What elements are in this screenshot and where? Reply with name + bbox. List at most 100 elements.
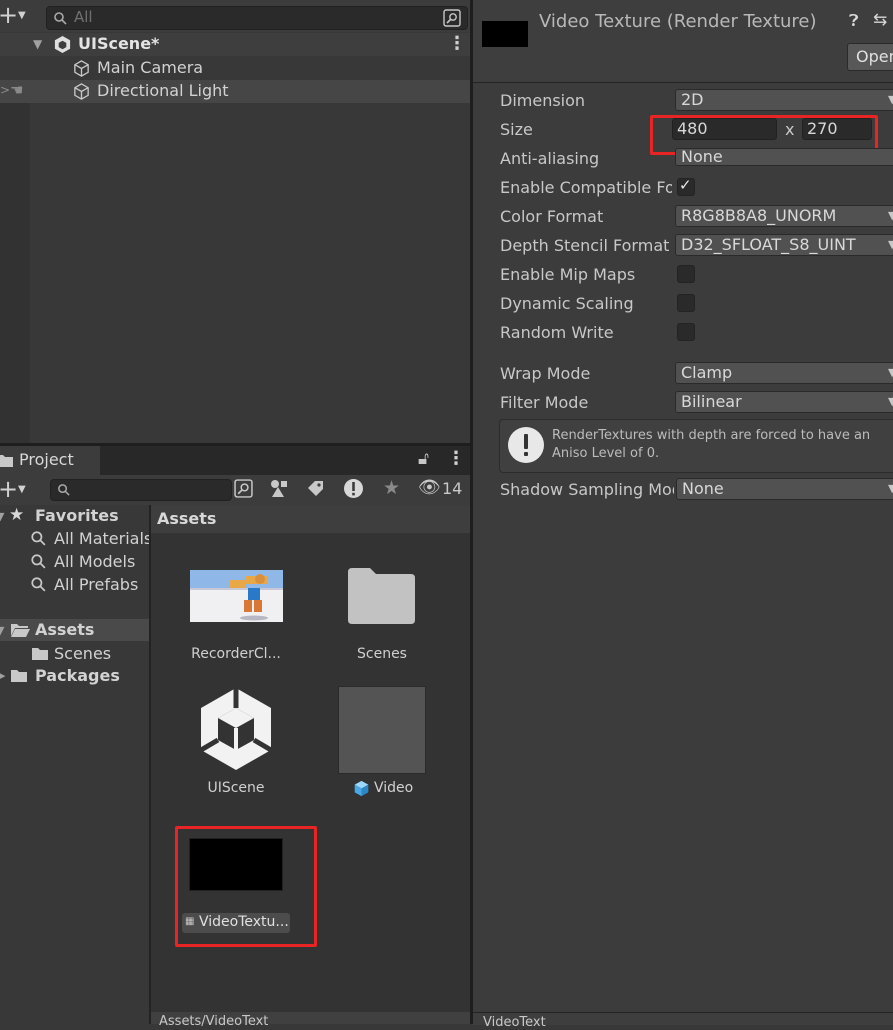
inspector-header: Video Texture (Render Texture) ❓︎ ⇆ Open [473,0,893,83]
lock-icon[interactable]: 🔓︎ [418,449,429,469]
chevron-down-icon: ▼ [18,484,26,495]
dynamic-scaling-label: Dynamic Scaling [500,294,634,313]
asset-item-label: RecorderCl... [191,646,281,662]
mip-maps-checkbox[interactable] [677,265,695,283]
gameobject-cube-icon [74,83,89,100]
search-icon [31,531,46,546]
filter-mode-value: Bilinear [681,392,742,411]
recorder-clip-thumbnail [190,570,283,622]
open-button[interactable]: Open [847,43,893,71]
favorite-item-label: All Models [54,552,136,571]
foldout-arrow-icon[interactable]: ▶ [0,669,5,682]
folder-icon [0,455,13,467]
filter-mode-dropdown[interactable]: Bilinear ▼ [675,391,893,413]
unity-scene-icon [199,688,273,770]
asset-item-label: UIScene [207,780,265,796]
wrap-mode-value: Clamp [681,363,733,382]
foldout-arrow-icon[interactable]: ▼ [0,624,4,637]
presets-icon[interactable]: ⇆ [873,10,887,30]
hidden-packages-toggle[interactable]: 👁︎ 14 [418,477,466,501]
inspector-preview-label: VideoText [483,1015,546,1030]
search-icon [31,577,46,592]
scene-row[interactable]: ▼ UIScene* ⋮ [0,33,470,56]
asset-item[interactable]: Scenes [317,560,447,670]
size-label: Size [500,120,533,139]
foldout-arrow-icon[interactable]: ▼ [33,37,42,51]
hierarchy-item[interactable]: > ☚ Directional Light [0,80,470,103]
anti-aliasing-label: Anti-aliasing [500,149,600,168]
anti-aliasing-value: None [681,147,723,166]
tree-item-scenes-label: Scenes [54,644,112,663]
inspector-title: Video Texture (Render Texture) [539,11,817,32]
tree-item-assets-label: Assets [35,620,95,639]
filter-by-log-icon[interactable] [343,478,364,499]
tab-project-label: Project [19,450,74,469]
hierarchy-item-label: Main Camera [97,58,204,77]
info-exclamation-icon [508,427,544,463]
filter-by-type-icon[interactable] [269,479,289,498]
asset-item[interactable]: Video [317,684,447,804]
tree-item-packages[interactable]: ▶ Packages [0,665,149,687]
project-create-button[interactable]: + ▼ [0,475,34,503]
mip-maps-label: Enable Mip Maps [500,265,636,284]
asset-item[interactable]: UIScene [171,684,301,804]
asset-grid-breadcrumb: Assets [151,505,470,533]
search-icon [31,554,46,569]
chevron-down-icon: ▼ [18,10,26,21]
dimension-label: Dimension [500,91,586,110]
wrap-mode-dropdown[interactable]: Clamp ▼ [675,362,893,384]
checkmark-icon: ✓ [679,176,692,194]
shadow-sampling-dropdown[interactable]: None ▼ [676,478,893,500]
favorite-item[interactable]: All Materials [30,528,149,550]
tree-item-scenes[interactable]: Scenes [0,643,149,665]
hierarchy-search-input[interactable]: All [46,6,468,30]
star-icon: ★ [9,505,25,525]
hierarchy-gutter [0,103,30,445]
anti-aliasing-dropdown[interactable]: None [675,148,893,166]
hierarchy-item-label: Directional Light [97,81,229,100]
gameobject-cube-icon [74,60,89,77]
help-icon[interactable]: ❓︎ [849,11,859,31]
favorite-item[interactable]: All Models [30,551,149,573]
plus-icon: + [0,475,19,503]
enable-compatible-checkbox[interactable]: ✓ [677,176,695,196]
tree-item-assets[interactable]: ▼ Assets [0,619,149,641]
search-filter-icon[interactable] [234,479,253,498]
favorite-item[interactable]: All Prefabs [30,574,149,596]
depth-info-helpbox: RenderTextures with depth are forced to … [499,419,893,473]
favorite-star-icon[interactable]: ★ [383,477,400,499]
color-format-dropdown[interactable]: R8G8B8A8_UNORM ▼ [675,205,893,227]
create-menu-button[interactable]: + ▼ [0,1,34,29]
panel-menu-icon[interactable]: ⋮ [447,448,465,469]
scene-menu-icon[interactable]: ⋮ [448,33,466,54]
random-write-label: Random Write [500,323,614,342]
hierarchy-search-placeholder: All [74,8,93,26]
color-format-value: R8G8B8A8_UNORM [681,206,837,225]
asset-item[interactable]: RecorderCl... [171,560,301,670]
unity-scene-icon [54,35,71,54]
shadow-sampling-label: Shadow Sampling Mode [500,480,674,499]
chevron-down-icon: ▼ [888,209,893,222]
pickable-hand-icon[interactable]: ☚ [10,81,23,99]
dimension-dropdown[interactable]: 2D ▼ [675,89,893,111]
foldout-arrow-icon[interactable]: ▼ [0,510,4,523]
tab-project[interactable]: Project [0,446,100,475]
inspector-preview-bar: VideoText [473,1012,893,1030]
depth-stencil-dropdown[interactable]: D32_SFLOAT_S8_UINT ▼ [675,234,893,256]
dimension-value: 2D [681,90,704,109]
depth-stencil-value: D32_SFLOAT_S8_UINT [681,235,856,254]
project-search-input[interactable] [50,479,232,501]
tree-item-packages-label: Packages [35,666,120,685]
random-write-checkbox[interactable] [677,323,695,341]
favorites-label[interactable]: Favorites [35,506,119,525]
visibility-toggle-icon[interactable]: > [0,83,10,97]
hierarchy-item[interactable]: Main Camera [0,57,470,80]
search-filter-icon[interactable] [443,9,461,27]
breadcrumb-assets[interactable]: Assets [157,509,216,528]
bottom-path: Assets/VideoText [159,1014,269,1029]
filter-by-label-icon[interactable] [306,479,325,498]
filter-mode-label: Filter Mode [500,393,589,412]
dynamic-scaling-checkbox[interactable] [677,294,695,312]
asset-preview-swatch [482,21,528,47]
search-icon [58,484,70,496]
